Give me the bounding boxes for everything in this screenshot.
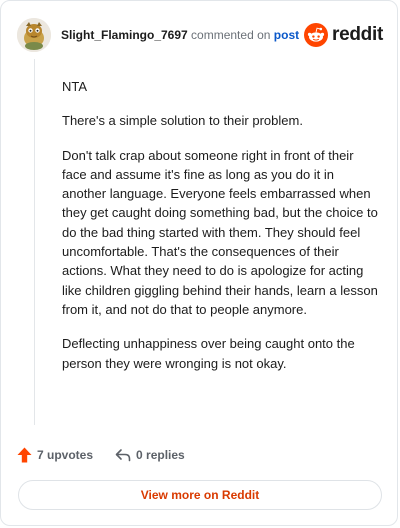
avatar-image [17, 18, 51, 52]
reddit-logo[interactable]: reddit [304, 23, 383, 47]
comment-embed-card: Slight_Flamingo_7697 commented on post r… [0, 0, 398, 526]
comment-paragraph: Deflecting unhappiness over being caught… [62, 336, 355, 371]
comment-header: Slight_Flamingo_7697 commented on post r… [17, 17, 383, 53]
comment-actions: 7 upvotes 0 replies [17, 445, 185, 465]
upvote-button[interactable]: 7 upvotes [17, 447, 93, 463]
username-link[interactable]: Slight_Flamingo_7697 [61, 28, 188, 42]
reply-button[interactable]: 0 replies [115, 448, 185, 462]
reply-arrow-icon [115, 449, 131, 462]
thread-line [34, 59, 35, 425]
upvote-count: 7 upvotes [37, 448, 94, 462]
comment-paragraph: Don't talk crap about someone right in f… [62, 147, 378, 317]
avatar[interactable] [17, 18, 51, 52]
upvote-arrow-icon [17, 447, 32, 463]
comment-meta: Slight_Flamingo_7697 commented on post [61, 28, 300, 42]
reddit-alien-icon [304, 23, 329, 47]
post-link[interactable]: post [274, 28, 299, 42]
reddit-wordmark: reddit [332, 24, 383, 45]
comment-paragraph: NTA [62, 79, 88, 94]
reply-count: 0 replies [136, 448, 185, 462]
comment-body: NTA There's a simple solution to their p… [62, 77, 378, 388]
comment-paragraph: There's a simple solution to their probl… [62, 113, 303, 129]
commented-on-text: commented on [191, 28, 271, 42]
view-more-button[interactable]: View more on Reddit [18, 480, 382, 510]
